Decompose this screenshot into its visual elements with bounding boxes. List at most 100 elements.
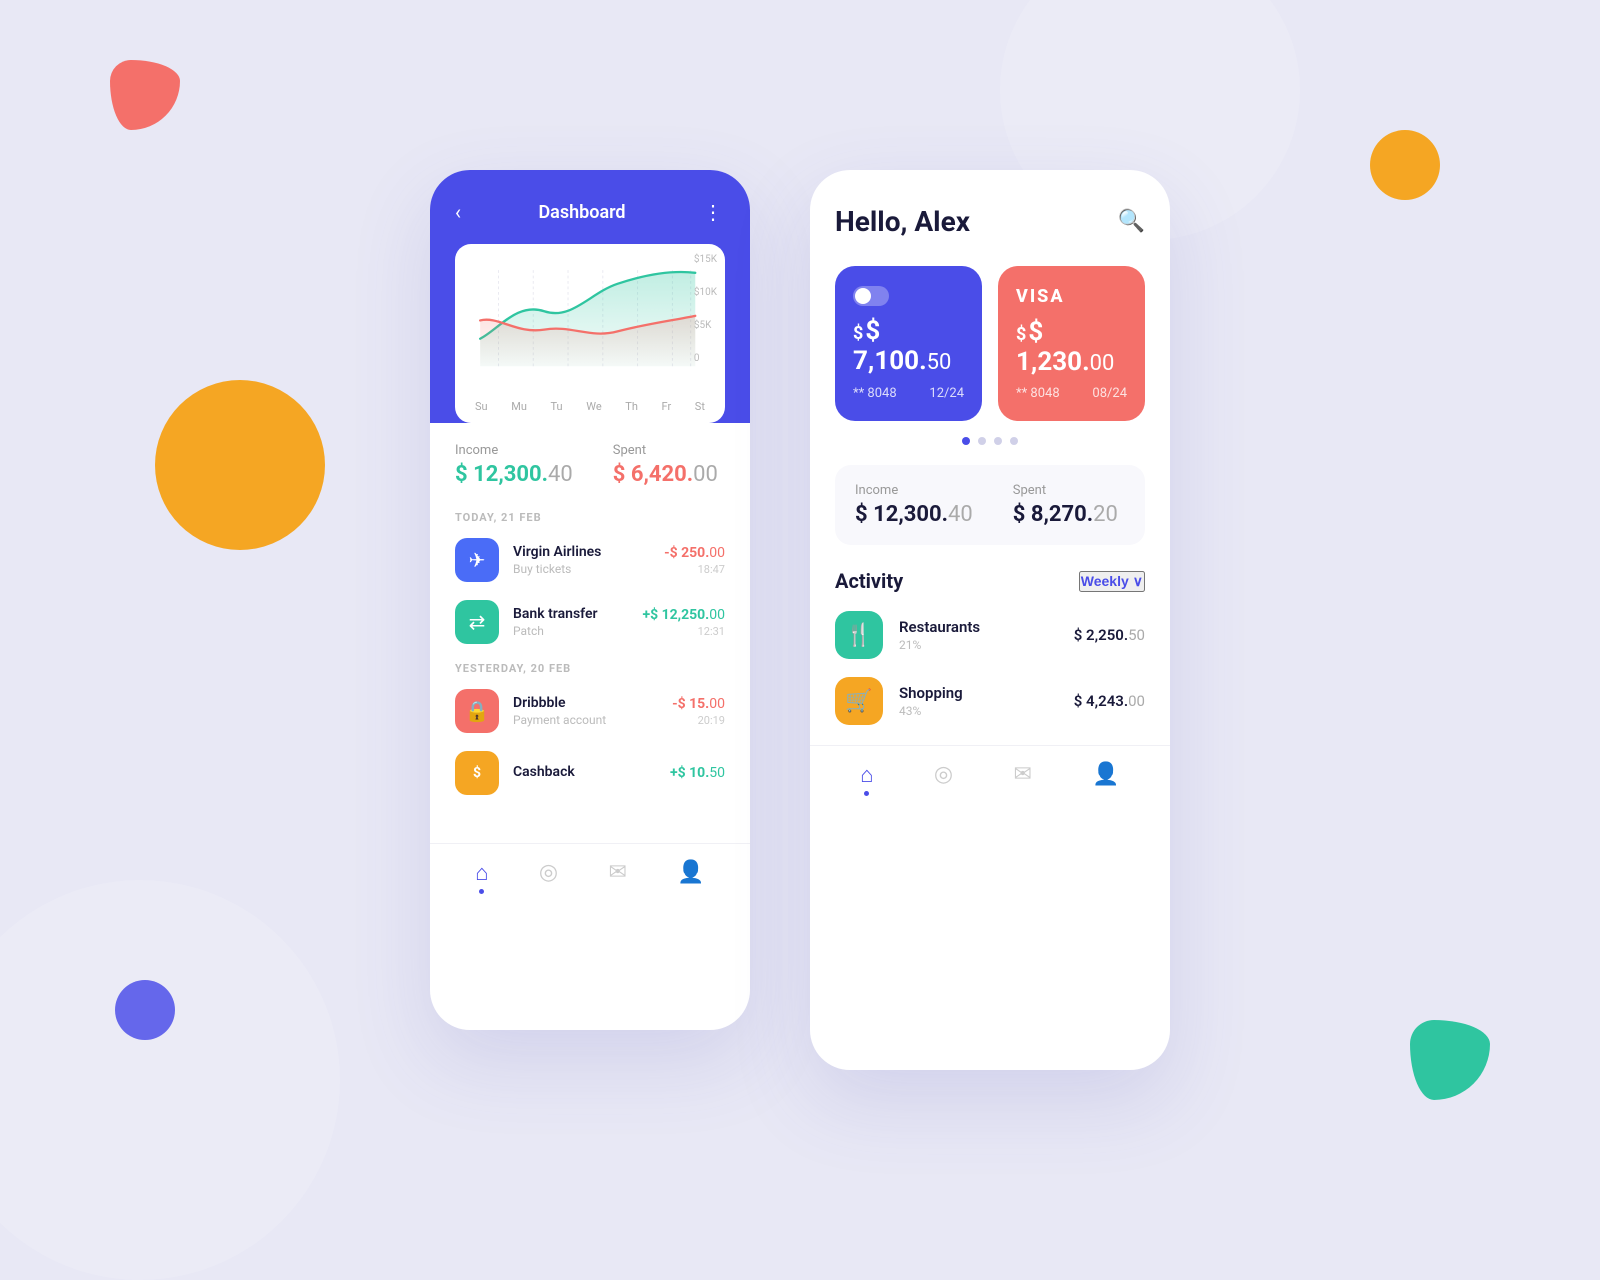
back-button[interactable]: ‹ (455, 200, 461, 224)
nav-active-dot-left (479, 889, 484, 894)
virgin-airlines-time: 18:47 (664, 563, 725, 576)
spent-label-right: Spent (1013, 483, 1118, 498)
blue-card-number: ** 8048 (853, 386, 897, 401)
cashback-name: Cashback (513, 764, 670, 780)
blue-card-expiry: 12/24 (929, 386, 964, 401)
income-spent-row-left: Income $ 12,300.40 Spent $ 6,420.00 (455, 443, 725, 487)
card-toggle[interactable] (853, 286, 889, 306)
home-icon-right: ⌂ (860, 762, 873, 788)
red-card-bottom: ** 8048 08/24 (1016, 386, 1127, 401)
nav-profile-left[interactable]: 👤 (677, 860, 704, 894)
bank-transfer-amount: +$ 12,250.00 (642, 607, 725, 623)
nav-globe-left[interactable]: ◎ (539, 860, 558, 894)
today-label: TODAY, 21 FEB (455, 511, 725, 524)
spent-label-left: Spent (613, 443, 718, 458)
dashboard-title: Dashboard (538, 202, 625, 223)
spent-value-left: $ 6,420.00 (613, 462, 718, 487)
cashback-amount: +$ 10.50 (670, 765, 725, 781)
yesterday-label: YESTERDAY, 20 FEB (455, 662, 725, 675)
virgin-airlines-sub: Buy tickets (513, 562, 664, 576)
income-spent-card-right: Income $ 12,300.40 Spent $ 8,270.20 (835, 465, 1145, 545)
chart-svg (471, 260, 709, 390)
red-card-number: ** 8048 (1016, 386, 1060, 401)
card-dots (835, 437, 1145, 445)
nav-chat-left[interactable]: ✉ (609, 860, 627, 894)
chat-icon-right: ✉ (1014, 762, 1032, 787)
decorative-blob-red (110, 60, 180, 130)
bg-circle-1 (0, 880, 340, 1280)
transaction-virgin-airlines[interactable]: ✈ Virgin Airlines Buy tickets -$ 250.00 … (455, 538, 725, 582)
x-label-we: We (586, 400, 601, 413)
bank-transfer-time: 12:31 (642, 625, 725, 638)
red-card-top: VISA (1016, 286, 1127, 307)
bank-transfer-sub: Patch (513, 624, 642, 638)
transaction-bank-transfer[interactable]: ⇄ Bank transfer Patch +$ 12,250.00 12:31 (455, 600, 725, 644)
shopping-info: Shopping 43% (899, 684, 1074, 718)
home-icon-left: ⌂ (475, 860, 488, 886)
red-card[interactable]: VISA $$ 1,230.00 ** 8048 08/24 (998, 266, 1145, 421)
dribbble-name: Dribbble (513, 695, 672, 711)
dribbble-icon: 🔒 (455, 689, 499, 733)
transaction-dribbble[interactable]: 🔒 Dribbble Payment account -$ 15.00 20:1… (455, 689, 725, 733)
left-phone-nav: ‹ Dashboard ⋮ (455, 200, 725, 224)
x-label-su: Su (475, 400, 488, 413)
x-label-tu: Tu (551, 400, 563, 413)
dribbble-amount: -$ 15.00 (672, 696, 725, 712)
shopping-pct: 43% (899, 704, 1074, 718)
income-value-left: $ 12,300.40 (455, 462, 573, 487)
nav-chat-right[interactable]: ✉ (1014, 762, 1032, 796)
globe-icon-right: ◎ (934, 762, 953, 787)
greeting-title: Hello, Alex (835, 205, 970, 238)
spent-stat-left: Spent $ 6,420.00 (613, 443, 718, 487)
x-label-th: Th (625, 400, 638, 413)
income-value-right: $ 12,300.40 (855, 502, 973, 527)
activity-shopping[interactable]: 🛒 Shopping 43% $ 4,243.00 (835, 677, 1145, 725)
blue-card[interactable]: $$ 7,100.50 ** 8048 12/24 (835, 266, 982, 421)
virgin-airlines-amount: -$ 250.00 (664, 545, 725, 561)
nav-profile-right[interactable]: 👤 (1092, 762, 1119, 796)
restaurants-name: Restaurants (899, 618, 1074, 636)
nav-globe-right[interactable]: ◎ (934, 762, 953, 796)
dribbble-time: 20:19 (672, 714, 725, 727)
cashback-info: Cashback (513, 764, 670, 782)
income-label-left: Income (455, 443, 573, 458)
shopping-amount: $ 4,243.00 (1074, 692, 1145, 710)
hello-row: Hello, Alex 🔍 (835, 205, 1145, 238)
y-label-10k: $10K (694, 287, 717, 298)
virgin-airlines-name: Virgin Airlines (513, 544, 664, 560)
search-button[interactable]: 🔍 (1118, 209, 1145, 234)
more-button[interactable]: ⋮ (703, 200, 725, 224)
restaurants-amount: $ 2,250.50 (1074, 626, 1145, 644)
virgin-airlines-icon: ✈ (455, 538, 499, 582)
phones-container: ‹ Dashboard ⋮ $15K $10K $5K 0 (430, 170, 1170, 1070)
left-phone-body: Income $ 12,300.40 Spent $ 6,420.00 TODA… (430, 423, 750, 833)
nav-home-left[interactable]: ⌂ (475, 860, 488, 894)
bank-transfer-icon: ⇄ (455, 600, 499, 644)
bank-transfer-amount-col: +$ 12,250.00 12:31 (642, 607, 725, 638)
bank-transfer-name: Bank transfer (513, 606, 642, 622)
shopping-name: Shopping (899, 684, 1074, 702)
x-label-st: St (695, 400, 705, 413)
blue-card-bottom: ** 8048 12/24 (853, 386, 964, 401)
transaction-cashback[interactable]: $ Cashback +$ 10.50 (455, 751, 725, 795)
activity-restaurants[interactable]: 🍴 Restaurants 21% $ 2,250.50 (835, 611, 1145, 659)
income-stat-left: Income $ 12,300.40 (455, 443, 573, 487)
right-phone: Hello, Alex 🔍 $$ 7,100.50 ** 8048 12/24 (810, 170, 1170, 1070)
dribbble-sub: Payment account (513, 713, 672, 727)
restaurants-pct: 21% (899, 638, 1074, 652)
cashback-icon: $ (455, 751, 499, 795)
dribbble-info: Dribbble Payment account (513, 695, 672, 727)
left-phone: ‹ Dashboard ⋮ $15K $10K $5K 0 (430, 170, 750, 1030)
virgin-airlines-amount-col: -$ 250.00 18:47 (664, 545, 725, 576)
chart-card: $15K $10K $5K 0 (455, 244, 725, 423)
nav-home-right[interactable]: ⌂ (860, 762, 873, 796)
weekly-filter-button[interactable]: Weekly ∨ (1079, 571, 1145, 592)
cards-row: $$ 7,100.50 ** 8048 12/24 VISA $$ 1,230.… (835, 266, 1145, 421)
globe-icon-left: ◎ (539, 860, 558, 885)
red-card-expiry: 08/24 (1092, 386, 1127, 401)
x-label-fr: Fr (662, 400, 672, 413)
right-bottom-nav: ⌂ ◎ ✉ 👤 (810, 745, 1170, 820)
income-stat-right: Income $ 12,300.40 (855, 483, 973, 527)
spent-stat-right: Spent $ 8,270.20 (1013, 483, 1118, 527)
cashback-amount-col: +$ 10.50 (670, 765, 725, 781)
